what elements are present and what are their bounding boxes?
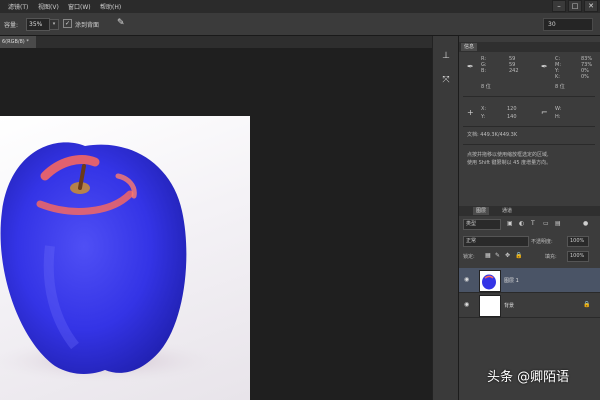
opacity-input[interactable]: 35% bbox=[26, 18, 50, 31]
filter-type-icon[interactable]: T bbox=[531, 220, 535, 227]
brush-icon[interactable]: ✎ bbox=[117, 18, 127, 28]
crop-tool-icon[interactable]: ⤧ bbox=[441, 74, 451, 86]
menu-filter[interactable]: 滤镜(T) bbox=[8, 2, 28, 11]
info-rgb-values: 59 59 242 bbox=[509, 56, 519, 74]
tab-strip bbox=[0, 36, 432, 48]
erase-label: 涂到背面 bbox=[75, 22, 100, 29]
info-divider-2 bbox=[463, 126, 595, 127]
document-tab[interactable]: 6(RGB/8) * bbox=[0, 36, 36, 48]
right-panels: 信息 ✒ R: G: B: 59 59 242 8 位 ✒ C: M: Y: K: 83% 73… bbox=[458, 36, 600, 400]
info-hint-line1: 点按并拖移以使用缩放框选定的区域, bbox=[467, 152, 549, 158]
layer-thumbnail bbox=[479, 270, 501, 292]
menu-window[interactable]: 窗口(W) bbox=[68, 2, 91, 11]
info-cmyk-labels: C: M: Y: K: bbox=[555, 56, 561, 80]
selection-size-icon: ⌐ bbox=[541, 108, 548, 117]
panel-tool-strip: ⊥ ⤧ bbox=[432, 36, 458, 400]
apple-thumbnail-icon bbox=[480, 271, 500, 291]
fill-label: 填充: bbox=[545, 254, 557, 260]
info-y-value: 140 bbox=[507, 114, 517, 120]
menu-help[interactable]: 帮助(H) bbox=[100, 2, 121, 11]
layer-opacity-label: 不透明度: bbox=[531, 239, 553, 245]
size-field[interactable]: 30 bbox=[543, 18, 593, 31]
info-x-value: 120 bbox=[507, 106, 517, 112]
lock-all-icon[interactable]: 🔒 bbox=[515, 252, 522, 259]
filter-toggle-icon[interactable]: ● bbox=[583, 220, 588, 227]
info-doc-size: 文档: 449.3K/449.3K bbox=[467, 132, 518, 138]
eye-icon[interactable]: ◉ bbox=[464, 276, 469, 283]
blend-mode-select[interactable]: 正常 bbox=[463, 236, 529, 247]
menu-view[interactable]: 视图(V) bbox=[38, 2, 59, 11]
info-divider-3 bbox=[463, 144, 595, 145]
info-h-label: H: bbox=[555, 114, 561, 120]
layer-row[interactable]: ◉ 图层 1 bbox=[459, 268, 600, 293]
info-rgb-labels: R: G: B: bbox=[481, 56, 487, 74]
eyedropper-icon: ✒ bbox=[467, 62, 474, 71]
window-controls: – □ ✕ bbox=[552, 0, 598, 12]
tab-channels[interactable]: 通道 bbox=[499, 207, 515, 215]
filter-shape-icon[interactable]: ▭ bbox=[543, 220, 549, 227]
close-button[interactable]: ✕ bbox=[584, 0, 598, 12]
filter-pixel-icon[interactable]: ▣ bbox=[507, 220, 513, 227]
layer-name[interactable]: 背景 bbox=[504, 302, 514, 309]
layer-row[interactable]: ◉ 背景 🔒 bbox=[459, 293, 600, 318]
layer-thumbnail bbox=[479, 295, 501, 317]
info-w-label: W: bbox=[555, 106, 562, 112]
info-divider bbox=[463, 96, 595, 97]
info-bit-right: 8 位 bbox=[555, 84, 565, 90]
opacity-label: 容量: bbox=[4, 22, 19, 29]
apple-body bbox=[0, 142, 187, 374]
lock-transparent-icon[interactable]: ▦ bbox=[485, 252, 491, 259]
layers-panel-tabs: 图层 通道 bbox=[459, 206, 600, 216]
lock-label: 锁定: bbox=[463, 254, 475, 260]
layer-filter-select[interactable]: 类型 bbox=[463, 219, 501, 230]
info-x-label: X: bbox=[481, 106, 487, 112]
eye-icon[interactable]: ◉ bbox=[464, 301, 469, 308]
erase-checkbox[interactable]: ✓ bbox=[63, 19, 72, 28]
info-y-label: Y: bbox=[481, 114, 486, 120]
lock-icon: 🔒 bbox=[583, 301, 591, 308]
layer-opacity-input[interactable]: 100% bbox=[567, 236, 589, 247]
watermark: 头条 @卿陌语 bbox=[487, 370, 570, 385]
tab-layers[interactable]: 图层 bbox=[473, 207, 490, 215]
apple-image bbox=[0, 142, 220, 383]
fill-input[interactable]: 100% bbox=[567, 251, 589, 262]
filter-adjust-icon[interactable]: ◐ bbox=[519, 220, 524, 227]
lock-move-icon[interactable]: ✥ bbox=[505, 252, 510, 259]
crosshair-icon: + bbox=[467, 108, 474, 117]
menu-bar: 滤镜(T) 视图(V) 窗口(W) 帮助(H) – □ ✕ bbox=[0, 0, 600, 13]
filter-smart-icon[interactable]: ▤ bbox=[555, 220, 561, 227]
info-cmyk-values: 83% 73% 0% 0% bbox=[581, 56, 593, 80]
info-hint-line2: 使用 Shift 键限制以 45 度增量方向。 bbox=[467, 160, 552, 166]
options-bar: 容量: 35% ▾ ✓ 涂到背面 ✎ bbox=[0, 13, 600, 36]
document-canvas[interactable] bbox=[0, 116, 250, 400]
maximize-button[interactable]: □ bbox=[568, 0, 582, 12]
minimize-button[interactable]: – bbox=[552, 0, 566, 12]
info-panel-tabs: 信息 bbox=[459, 42, 600, 52]
stamp-tool-icon[interactable]: ⊥ bbox=[441, 50, 451, 62]
eyedropper-cmyk-icon: ✒ bbox=[541, 62, 548, 71]
lock-brush-icon[interactable]: ✎ bbox=[495, 252, 500, 259]
layer-name[interactable]: 图层 1 bbox=[504, 277, 519, 284]
chevron-down-icon[interactable]: ▾ bbox=[49, 19, 59, 30]
info-bit-left: 8 位 bbox=[481, 84, 491, 90]
tab-info[interactable]: 信息 bbox=[461, 43, 478, 51]
